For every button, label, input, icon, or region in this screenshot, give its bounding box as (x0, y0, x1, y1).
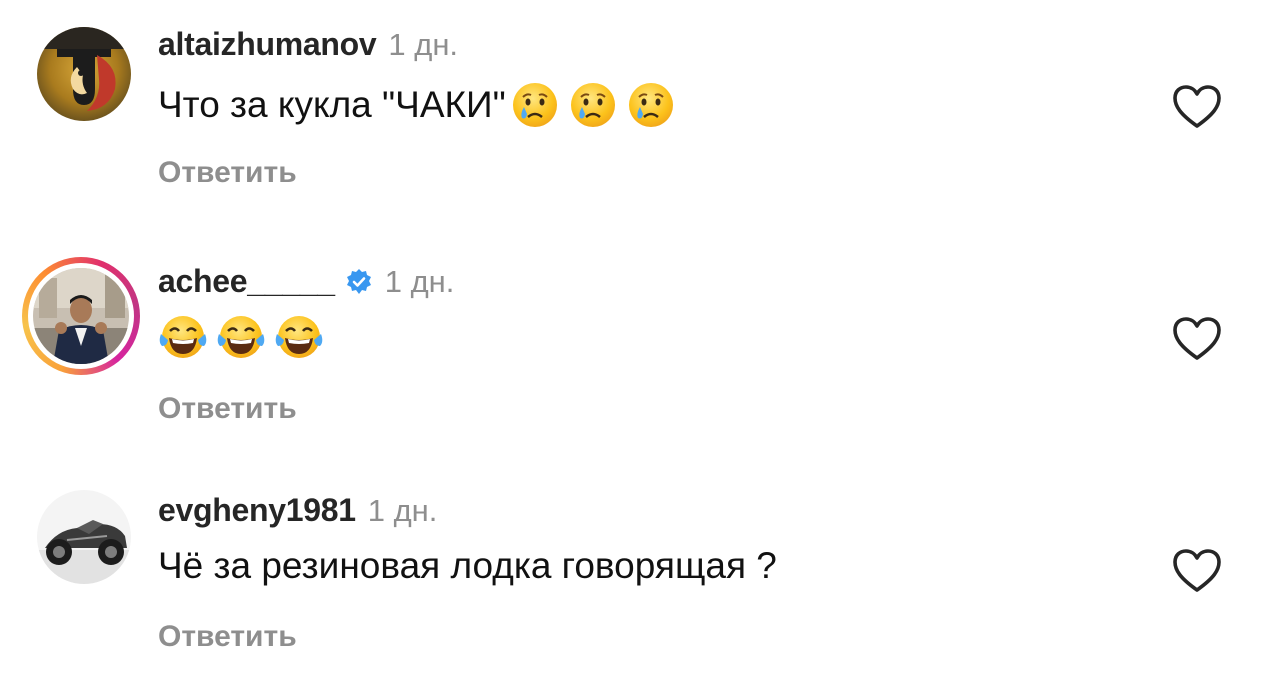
comment-text: Чё за резиновая лодка говорящая ? (158, 545, 777, 586)
username[interactable]: achee_____ (158, 263, 335, 300)
comment-text-line: Что за кукла "ЧАКИ" (158, 80, 676, 130)
timestamp: 1 дн. (384, 264, 455, 299)
face-with-tears-of-joy-emoji (275, 316, 323, 358)
crying-face-emoji (512, 83, 557, 127)
comment-item: evgheny1981 1 дн. Чё за резиновая лодка … (0, 470, 1280, 690)
timestamp: 1 дн. (388, 27, 459, 62)
crying-face-emoji (628, 83, 673, 127)
reply-button[interactable]: Ответить (158, 392, 297, 426)
username[interactable]: evgheny1981 (158, 492, 356, 529)
username[interactable]: altaizhumanov (158, 26, 377, 63)
reply-button[interactable]: Ответить (158, 156, 297, 190)
avatar[interactable] (37, 490, 131, 584)
face-with-tears-of-joy-emoji (159, 316, 207, 358)
verified-badge-icon (346, 269, 371, 294)
heart-outline-icon[interactable] (1172, 84, 1222, 130)
reply-button[interactable]: Ответить (158, 620, 297, 654)
comment-item: altaizhumanov 1 дн. Что за кукла "ЧАКИ" (0, 0, 1280, 220)
face-with-tears-of-joy-emoji (217, 316, 265, 358)
timestamp: 1 дн. (367, 493, 438, 528)
comment-text-line: Чё за резиновая лодка говорящая ? (158, 545, 777, 587)
heart-outline-icon[interactable] (1172, 316, 1222, 362)
heart-outline-icon[interactable] (1172, 548, 1222, 594)
comment-text-line (158, 312, 324, 362)
comment-item: achee_____ 1 дн. Ответить (0, 235, 1280, 455)
story-ring[interactable] (22, 257, 140, 375)
avatar[interactable] (37, 27, 131, 121)
avatar[interactable] (33, 268, 129, 364)
comment-text: Что за кукла "ЧАКИ" (158, 84, 506, 125)
crying-face-emoji (570, 83, 615, 127)
